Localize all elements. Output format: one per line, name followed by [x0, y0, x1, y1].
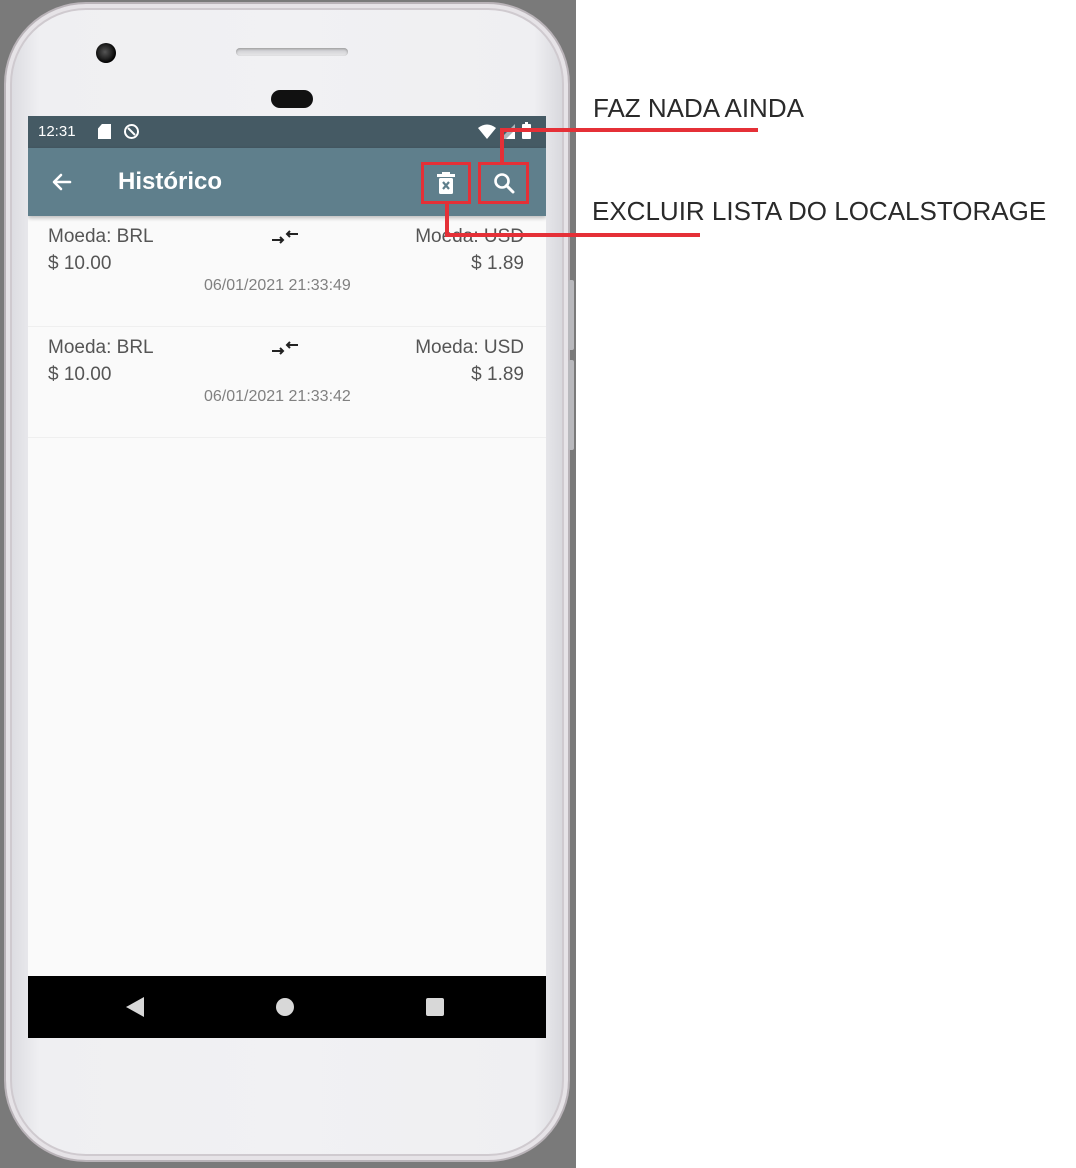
delete-annotation: EXCLUIR LISTA DO LOCALSTORAGE [592, 196, 1047, 226]
from-currency-label: Moeda: BRL [48, 226, 154, 247]
conversion-date: 06/01/2021 21:33:49 [204, 277, 351, 294]
delete-history-button[interactable] [421, 162, 471, 204]
to-currency-label: Moeda: USD [415, 337, 524, 358]
history-item[interactable]: Moeda: BRL $ 10.00 Moeda: USD $ 1.89 06/… [28, 327, 546, 438]
status-time: 12:31 [38, 123, 76, 140]
delete-callout-line [445, 233, 700, 237]
from-amount: $ 10.00 [48, 253, 112, 274]
front-camera [96, 43, 116, 63]
power-button[interactable] [568, 360, 574, 450]
to-amount: $ 1.89 [471, 253, 524, 274]
volume-button[interactable] [568, 280, 574, 350]
wifi-icon [478, 124, 496, 139]
delete-icon [437, 172, 455, 194]
proximity-sensor [271, 90, 313, 108]
to-amount: $ 1.89 [471, 364, 524, 385]
from-currency-label: Moeda: BRL [48, 337, 154, 358]
nav-home-icon[interactable] [276, 998, 294, 1016]
swap-icon [272, 341, 298, 355]
nav-back-icon[interactable] [126, 997, 144, 1017]
search-icon [493, 173, 514, 194]
navigation-bar [28, 976, 546, 1038]
sync-disabled-icon [124, 124, 139, 139]
search-button[interactable] [478, 162, 529, 204]
to-currency-label: Moeda: USD [415, 226, 524, 248]
conversion-date: 06/01/2021 21:33:42 [204, 388, 351, 405]
search-annotation: FAZ NADA AINDA [593, 93, 804, 123]
swap-icon [272, 230, 298, 244]
app-bar: Histórico [28, 148, 546, 216]
arrow-back-icon[interactable] [50, 170, 74, 194]
sd-card-icon [98, 124, 111, 139]
nav-recents-icon[interactable] [426, 998, 444, 1016]
from-amount: $ 10.00 [48, 364, 112, 385]
history-list: Moeda: BRL $ 10.00 Moeda: USD $ 1.89 06/… [28, 216, 546, 438]
page-title: Histórico [118, 168, 223, 195]
earpiece-speaker [236, 48, 348, 56]
screen: 12:31 Histórico Moeda: BRL $ 10.00 $ 1.8… [28, 116, 546, 1038]
search-callout-line [500, 130, 504, 164]
status-bar: 12:31 [28, 116, 546, 148]
search-callout-line [500, 128, 758, 132]
